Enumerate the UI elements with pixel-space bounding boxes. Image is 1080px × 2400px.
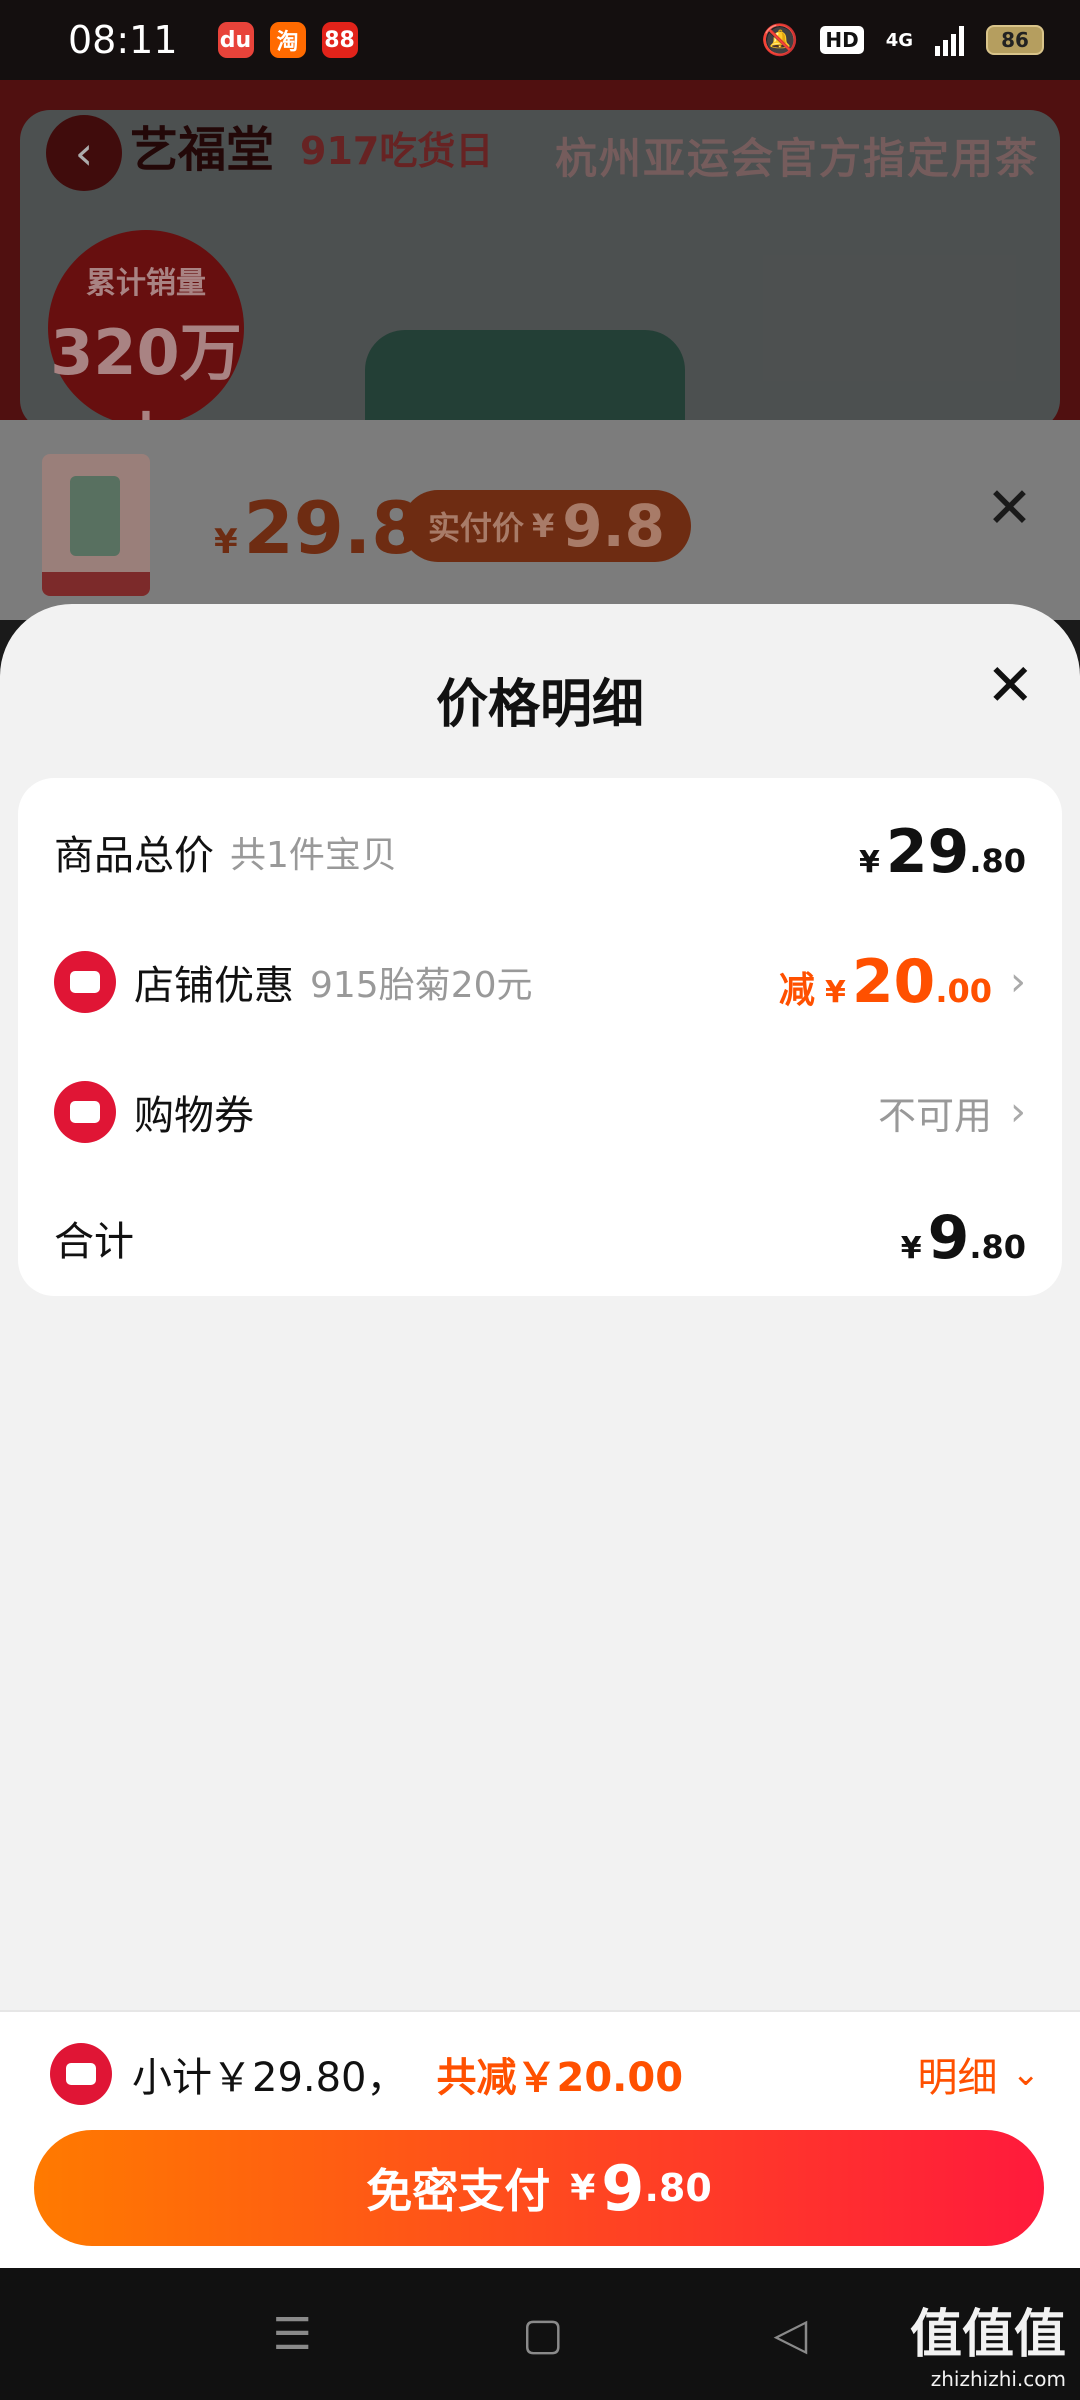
status-bar: 08:11 du 淘 88 🔕 HD 4G 86 xyxy=(0,0,1080,80)
reduction-text: 共减￥20.00 xyxy=(436,2055,684,2101)
status-indicators: 🔕 HD 4G 86 xyxy=(761,23,1044,58)
price-detail-sheet: 价格明细 ✕ 商品总价 共1件宝贝 ¥ 29 .80 店铺优惠 915胎菊20元… xyxy=(0,604,1080,2010)
price-value: 29.8 xyxy=(243,486,422,570)
row-label: 购物券 xyxy=(134,1093,254,1139)
app-badge-icon: 88 xyxy=(321,22,358,58)
coupon-icon xyxy=(54,1081,116,1143)
currency-symbol: ¥ xyxy=(532,507,555,545)
mute-icon: 🔕 xyxy=(760,22,799,58)
minus-label: 减 xyxy=(778,970,815,1011)
watermark-text: 值值值 xyxy=(909,2305,1066,2365)
row-sub: 共1件宝贝 xyxy=(230,835,397,876)
pay-label: 免密支付 xyxy=(366,2164,551,2218)
price-detail-card: 商品总价 共1件宝贝 ¥ 29 .80 店铺优惠 915胎菊20元 减 ¥ 20… xyxy=(18,778,1062,1296)
actual-price-badge: 实付价 ¥ 9.8 xyxy=(402,490,692,562)
row-total: 合计 ¥ 9 .80 xyxy=(18,1188,1062,1288)
taobao-app-icon: 淘 xyxy=(269,22,306,58)
amount-int: 29 xyxy=(885,817,970,887)
coupon-icon xyxy=(50,2043,112,2105)
row-label: 商品总价 xyxy=(54,833,214,879)
subtotal-text: 小计￥29.80， xyxy=(132,2055,407,2101)
back-icon[interactable]: ◁ xyxy=(774,2309,808,2360)
home-icon[interactable]: ▢ xyxy=(522,2309,564,2360)
currency-symbol: ¥ xyxy=(900,1231,922,1266)
baidu-app-icon: du xyxy=(217,22,254,58)
network-label: 4G xyxy=(885,29,913,51)
hd-badge: HD xyxy=(820,26,864,54)
currency-symbol: ¥ xyxy=(570,2167,596,2209)
coupon-status: 不可用 xyxy=(877,1093,992,1138)
row-store-discount[interactable]: 店铺优惠 915胎菊20元 减 ¥ 20 .00 › xyxy=(18,932,1062,1032)
amount-dec: .80 xyxy=(969,842,1026,880)
row-coupon[interactable]: 购物券 不可用 › xyxy=(18,1062,1062,1162)
watermark-site: zhizhizhi.com xyxy=(930,2367,1066,2391)
currency-symbol: ¥ xyxy=(824,975,846,1010)
row-sub: 915胎菊20元 xyxy=(310,965,533,1006)
signal-icon xyxy=(935,24,964,56)
amount-dec: .80 xyxy=(969,1228,1026,1266)
row-label: 合计 xyxy=(54,1219,134,1265)
actual-price-label: 实付价 xyxy=(428,509,525,547)
summary-line: 小计￥29.80， 共减￥20.00 明细 ⌄ xyxy=(50,2034,1040,2114)
amount-int: 9 xyxy=(927,1203,970,1273)
store-icon xyxy=(54,951,116,1013)
detail-label: 明细 xyxy=(917,2055,998,2101)
watermark: 值值值 zhizhizhi.com xyxy=(910,2292,1066,2391)
actual-price-value: 9.8 xyxy=(562,492,666,560)
close-icon[interactable]: ✕ xyxy=(986,476,1033,541)
product-thumbnail[interactable] xyxy=(42,454,150,596)
currency-symbol: ¥ xyxy=(214,522,238,562)
detail-toggle[interactable]: 明细 ⌄ xyxy=(918,2045,1041,2103)
pay-amount-int: 9 xyxy=(601,2151,645,2225)
row-amount: ¥ 29 .80 xyxy=(859,817,1026,887)
amount-dec: .00 xyxy=(935,972,992,1010)
amount-int: 20 xyxy=(851,947,936,1017)
sku-price: ¥ 29.8 xyxy=(214,486,421,570)
row-status: 不可用 › xyxy=(878,1085,1026,1140)
pay-amount-dec: .80 xyxy=(644,2166,712,2210)
payment-bar: 小计￥29.80， 共减￥20.00 明细 ⌄ 免密支付 ¥ 9 .80 xyxy=(0,2010,1080,2268)
close-icon[interactable]: ✕ xyxy=(986,656,1035,714)
pay-button[interactable]: 免密支付 ¥ 9 .80 xyxy=(34,2130,1044,2246)
row-amount: 减 ¥ 20 .00 › xyxy=(779,947,1026,1017)
chevron-right-icon: › xyxy=(1010,1089,1026,1135)
row-label: 店铺优惠 xyxy=(134,963,294,1009)
product-page-background: ‹ 艺福堂 917吃货日 杭州亚运会官方指定用茶 累计销量 320万+ xyxy=(0,80,1080,420)
battery-icon: 86 xyxy=(986,25,1044,55)
chevron-down-icon: ⌄ xyxy=(1011,2054,1041,2094)
row-item-total: 商品总价 共1件宝贝 ¥ 29 .80 xyxy=(18,802,1062,902)
sheet-title: 价格明细 xyxy=(435,675,644,735)
status-time: 08:11 xyxy=(68,18,178,62)
currency-symbol: ¥ xyxy=(858,845,880,880)
sku-panel: ¥ 29.8 实付价 ¥ 9.8 ✕ xyxy=(0,420,1080,620)
menu-icon[interactable]: ☰ xyxy=(273,2309,312,2360)
row-amount: ¥ 9 .80 xyxy=(901,1203,1026,1273)
chevron-right-icon: › xyxy=(1010,959,1026,1005)
